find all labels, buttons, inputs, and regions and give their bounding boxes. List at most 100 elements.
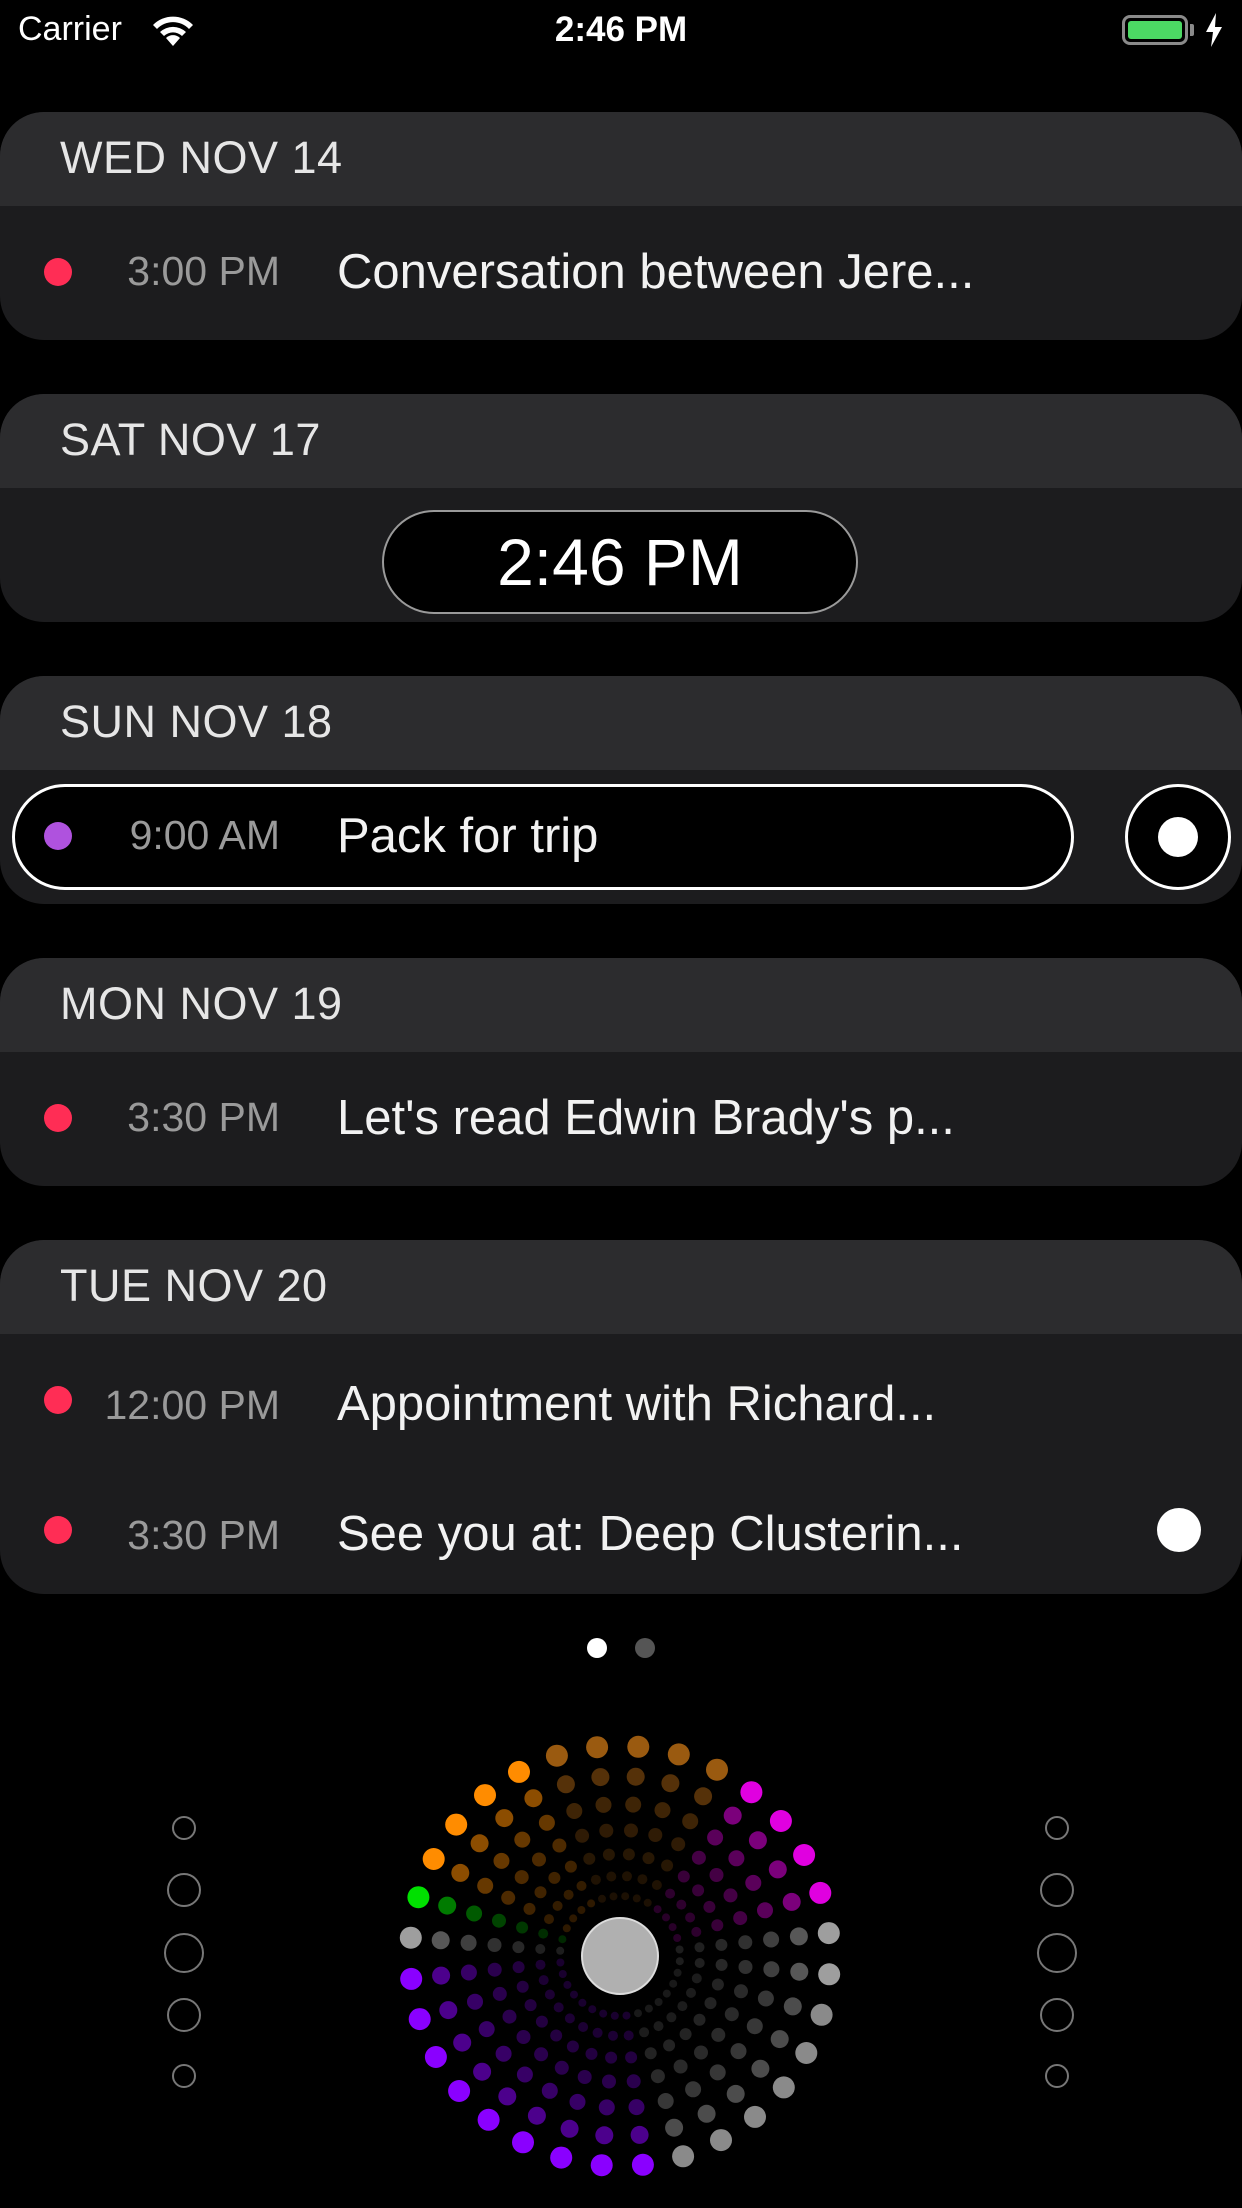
- color-dot[interactable]: [553, 2002, 564, 2013]
- color-dot[interactable]: [770, 2030, 789, 2049]
- color-dot[interactable]: [460, 1964, 477, 1981]
- color-dot[interactable]: [809, 1881, 832, 1904]
- color-dot[interactable]: [564, 1860, 577, 1873]
- color-dot[interactable]: [663, 2039, 676, 2052]
- color-dot[interactable]: [783, 1997, 802, 2016]
- color-dot[interactable]: [769, 1810, 792, 1832]
- color-dot[interactable]: [679, 2028, 692, 2041]
- color-dot[interactable]: [628, 2099, 645, 2116]
- color-dot[interactable]: [726, 2084, 745, 2103]
- color-dot[interactable]: [694, 2045, 708, 2060]
- color-dot[interactable]: [692, 1884, 705, 1897]
- color-dot[interactable]: [586, 1736, 609, 1759]
- color-dot[interactable]: [621, 1892, 630, 1901]
- color-dot[interactable]: [745, 1874, 762, 1891]
- color-dot[interactable]: [595, 2126, 614, 2145]
- color-dot[interactable]: [818, 1963, 841, 1986]
- color-dot[interactable]: [763, 1961, 780, 1978]
- color-dot[interactable]: [575, 1828, 590, 1843]
- color-dot[interactable]: [516, 1980, 529, 1993]
- color-dot[interactable]: [512, 2131, 534, 2154]
- color-dot[interactable]: [744, 2105, 766, 2128]
- color-dot[interactable]: [694, 1958, 705, 1968]
- color-dot[interactable]: [552, 1900, 563, 1911]
- color-dot[interactable]: [563, 1980, 572, 1989]
- color-dot[interactable]: [558, 1935, 567, 1944]
- event-row[interactable]: 3:30 PM Let's read Edwin Brady's p...: [0, 1052, 1242, 1184]
- color-dot[interactable]: [662, 1913, 670, 1922]
- color-dot[interactable]: [673, 1934, 682, 1942]
- color-dot[interactable]: [487, 1938, 502, 1952]
- color-dot[interactable]: [599, 1823, 614, 1838]
- color-dot[interactable]: [516, 2030, 531, 2044]
- color-wheel-picker[interactable]: [0, 1720, 1242, 2208]
- color-dot[interactable]: [495, 1809, 514, 1828]
- color-dot[interactable]: [730, 2043, 747, 2060]
- complete-toggle-button[interactable]: [1125, 784, 1231, 890]
- color-dot[interactable]: [685, 1912, 696, 1923]
- color-dot[interactable]: [570, 1990, 578, 1999]
- color-dot[interactable]: [477, 1877, 494, 1894]
- color-dot[interactable]: [763, 1931, 780, 1948]
- color-dot[interactable]: [662, 1989, 671, 1998]
- color-dot[interactable]: [602, 2074, 616, 2089]
- event-row[interactable]: 3:30 PM See you at: Deep Clusterin...: [0, 1464, 1242, 1594]
- color-dot[interactable]: [534, 1886, 547, 1899]
- color-wheel-center-button[interactable]: [581, 1917, 659, 1995]
- color-dot[interactable]: [622, 2011, 631, 2020]
- color-dot[interactable]: [585, 2047, 598, 2060]
- color-dot[interactable]: [538, 1975, 549, 1986]
- color-dot[interactable]: [632, 1894, 641, 1903]
- color-dot[interactable]: [676, 1899, 687, 1910]
- color-dot[interactable]: [512, 1961, 525, 1974]
- color-dot[interactable]: [671, 1837, 686, 1852]
- color-dot[interactable]: [590, 1874, 601, 1885]
- color-dot[interactable]: [473, 2062, 492, 2081]
- color-dot[interactable]: [493, 1852, 510, 1869]
- color-dot[interactable]: [661, 1774, 680, 1793]
- color-dot[interactable]: [677, 2001, 688, 2012]
- color-dot[interactable]: [665, 1888, 676, 1899]
- color-dot[interactable]: [538, 1928, 549, 1939]
- color-dot[interactable]: [524, 1999, 537, 2012]
- color-dot[interactable]: [686, 1987, 696, 1998]
- color-dot[interactable]: [672, 2145, 695, 2168]
- color-dot[interactable]: [625, 1796, 642, 1813]
- color-dot[interactable]: [566, 1803, 583, 1819]
- color-dot[interactable]: [634, 2009, 642, 2018]
- color-dot[interactable]: [675, 1957, 684, 1966]
- color-dot[interactable]: [583, 1852, 596, 1865]
- color-dot[interactable]: [622, 1848, 635, 1861]
- color-dot[interactable]: [654, 1998, 663, 2006]
- color-dot[interactable]: [673, 2059, 688, 2074]
- color-dot[interactable]: [587, 1899, 596, 1908]
- color-dot[interactable]: [492, 1913, 506, 1928]
- color-dot[interactable]: [661, 1859, 674, 1872]
- color-dot[interactable]: [608, 2030, 618, 2041]
- color-dot[interactable]: [599, 2009, 608, 2018]
- color-dot[interactable]: [789, 1927, 808, 1946]
- color-dot[interactable]: [657, 2093, 674, 2109]
- color-dot[interactable]: [598, 1894, 606, 1903]
- color-dot[interactable]: [532, 1852, 546, 1867]
- color-dot[interactable]: [432, 1966, 451, 1985]
- color-dot[interactable]: [740, 1781, 763, 1804]
- color-dot[interactable]: [558, 1970, 567, 1978]
- color-dot[interactable]: [578, 1998, 587, 2007]
- color-dot[interactable]: [669, 1979, 678, 1988]
- color-dot[interactable]: [516, 1921, 529, 1934]
- color-dot[interactable]: [748, 1831, 767, 1850]
- color-dot[interactable]: [710, 2129, 732, 2152]
- color-dot[interactable]: [550, 2029, 563, 2042]
- color-dot[interactable]: [514, 1831, 531, 1848]
- color-dot[interactable]: [648, 1828, 663, 1842]
- color-dot[interactable]: [563, 1889, 574, 1900]
- color-dot[interactable]: [653, 2021, 664, 2032]
- color-dot[interactable]: [422, 1848, 445, 1870]
- color-dot[interactable]: [424, 2046, 447, 2068]
- color-dot[interactable]: [562, 1924, 571, 1933]
- color-dot[interactable]: [675, 1945, 684, 1954]
- color-dot[interactable]: [685, 2081, 702, 2098]
- color-dot[interactable]: [637, 1874, 648, 1885]
- color-dot[interactable]: [492, 1986, 507, 2001]
